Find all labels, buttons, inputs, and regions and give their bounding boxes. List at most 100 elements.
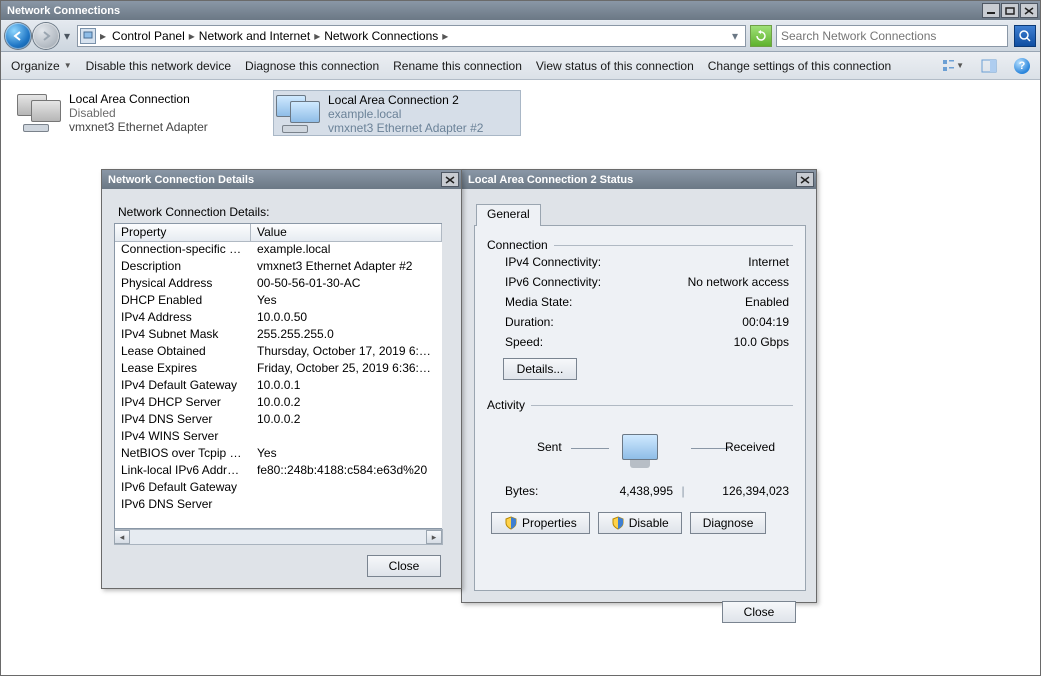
titlebar: Network Connections (1, 1, 1040, 20)
connections-pane: Local Area Connection Disabled vmxnet3 E… (1, 80, 1040, 675)
status-dialog: Local Area Connection 2 Status General C… (461, 169, 817, 603)
table-row[interactable]: DHCP EnabledYes (115, 293, 442, 310)
details-dialog-titlebar[interactable]: Network Connection Details (102, 170, 461, 189)
details-close-button[interactable]: Close (367, 555, 441, 577)
search-button[interactable] (1014, 25, 1036, 47)
received-label: Received (725, 440, 775, 454)
bytes-sent-value: 4,438,995 (581, 484, 673, 498)
table-row[interactable]: IPv4 Address10.0.0.50 (115, 310, 442, 327)
view-status-button[interactable]: View status of this connection (536, 59, 694, 73)
connection-adapter: vmxnet3 Ethernet Adapter #2 (328, 121, 483, 135)
speed-label: Speed: (505, 335, 543, 349)
connection-status: Disabled (69, 106, 208, 120)
organize-menu[interactable]: Organize▼ (11, 59, 72, 73)
forward-button[interactable] (33, 23, 59, 49)
sent-label: Sent (537, 440, 562, 454)
bytes-received-value: 126,394,023 (693, 484, 789, 498)
duration-label: Duration: (505, 315, 554, 329)
addr-dropdown-icon[interactable]: ▾ (727, 28, 743, 44)
network-adapter-icon (276, 93, 320, 133)
minimize-button[interactable] (982, 3, 1000, 18)
disable-device-button[interactable]: Disable this network device (86, 59, 231, 73)
connection-item[interactable]: Local Area Connection Disabled vmxnet3 E… (15, 90, 263, 136)
activity-diagram: Sent Received Bytes: 4,438,995 | 126,394… (487, 412, 793, 504)
ipv6-conn-label: IPv6 Connectivity: (505, 275, 601, 289)
properties-button[interactable]: Properties (491, 512, 590, 534)
table-row[interactable]: IPv4 Default Gateway10.0.0.1 (115, 378, 442, 395)
connection-item-selected[interactable]: Local Area Connection 2 example.local vm… (273, 90, 521, 136)
status-dialog-titlebar[interactable]: Local Area Connection 2 Status (462, 170, 816, 189)
tab-general[interactable]: General (476, 204, 541, 226)
preview-pane-icon[interactable] (978, 55, 1000, 77)
table-row[interactable]: IPv6 Default Gateway (115, 480, 442, 497)
shield-icon (611, 516, 625, 530)
scroll-right-icon[interactable]: ▸ (426, 530, 442, 544)
ipv4-conn-value: Internet (748, 255, 789, 269)
maximize-button[interactable] (1001, 3, 1019, 18)
table-row[interactable]: Descriptionvmxnet3 Ethernet Adapter #2 (115, 259, 442, 276)
bytes-label: Bytes: (505, 484, 581, 498)
details-dialog-title: Network Connection Details (108, 174, 441, 186)
details-subtitle: Network Connection Details: (118, 205, 449, 219)
ipv4-conn-label: IPv4 Connectivity: (505, 255, 601, 269)
diagnose-connection-button[interactable]: Diagnose this connection (245, 59, 379, 73)
table-row[interactable]: IPv4 WINS Server (115, 429, 442, 446)
network-adapter-icon (17, 92, 61, 132)
table-row[interactable]: Link-local IPv6 Addressfe80::248b:4188:c… (115, 463, 442, 480)
rename-connection-button[interactable]: Rename this connection (393, 59, 522, 73)
status-dialog-close-icon[interactable] (796, 172, 814, 187)
ipv6-conn-value: No network access (688, 275, 789, 289)
nav-bar: ▾ ▸ Control Panel ▸ Network and Internet… (1, 20, 1040, 52)
address-bar[interactable]: ▸ Control Panel ▸ Network and Internet ▸… (77, 25, 746, 47)
change-settings-button[interactable]: Change settings of this connection (708, 59, 891, 73)
media-state-label: Media State: (505, 295, 572, 309)
history-dropdown[interactable]: ▾ (61, 24, 73, 48)
close-button[interactable] (1020, 3, 1038, 18)
table-row[interactable]: IPv4 DHCP Server10.0.0.2 (115, 395, 442, 412)
connection-adapter: vmxnet3 Ethernet Adapter (69, 120, 208, 134)
table-row[interactable]: IPv4 Subnet Mask255.255.255.0 (115, 327, 442, 344)
table-row[interactable]: IPv6 DNS Server (115, 497, 442, 514)
connection-group-label: Connection (487, 238, 548, 252)
table-row[interactable]: Connection-specific DN...example.local (115, 242, 442, 259)
table-row[interactable]: NetBIOS over Tcpip En...Yes (115, 446, 442, 463)
search-input[interactable] (779, 28, 1005, 44)
breadcrumb-seg[interactable]: Control Panel (110, 28, 187, 44)
command-toolbar: Organize▼ Disable this network device Di… (1, 52, 1040, 80)
status-close-button[interactable]: Close (722, 601, 796, 623)
network-folder-icon (80, 28, 96, 44)
table-row[interactable]: Lease ObtainedThursday, October 17, 2019… (115, 344, 442, 361)
media-state-value: Enabled (745, 295, 789, 309)
connection-status: example.local (328, 107, 483, 121)
diagnose-button[interactable]: Diagnose (690, 512, 767, 534)
window-title: Network Connections (7, 5, 982, 17)
details-dialog: Network Connection Details Network Conne… (101, 169, 462, 589)
table-row[interactable]: Lease ExpiresFriday, October 25, 2019 6:… (115, 361, 442, 378)
help-icon[interactable]: ? (1014, 58, 1030, 74)
main-window: Network Connections ▾ ▸ Control Panel ▸ … (0, 0, 1041, 676)
table-row[interactable]: Physical Address00-50-56-01-30-AC (115, 276, 442, 293)
breadcrumb-seg[interactable]: Network Connections (322, 28, 440, 44)
connection-name: Local Area Connection (69, 92, 208, 106)
activity-group-label: Activity (487, 398, 525, 412)
back-button[interactable] (5, 23, 31, 49)
refresh-button[interactable] (750, 25, 772, 47)
status-tabpanel: Connection IPv4 Connectivity: Internet IP… (474, 225, 806, 591)
speed-value: 10.0 Gbps (734, 335, 789, 349)
shield-icon (504, 516, 518, 530)
col-property[interactable]: Property (115, 224, 251, 241)
connection-name: Local Area Connection 2 (328, 93, 483, 107)
scroll-left-icon[interactable]: ◂ (114, 530, 130, 544)
breadcrumb: Control Panel ▸ Network and Internet ▸ N… (110, 28, 448, 44)
view-options-icon[interactable]: ▼ (942, 55, 964, 77)
search-box[interactable] (776, 25, 1008, 47)
breadcrumb-seg[interactable]: Network and Internet (197, 28, 312, 44)
table-row[interactable]: IPv4 DNS Server10.0.0.2 (115, 412, 442, 429)
duration-value: 00:04:19 (742, 315, 789, 329)
details-dialog-close-icon[interactable] (441, 172, 459, 187)
horizontal-scrollbar[interactable]: ◂ ▸ (114, 529, 443, 545)
disable-button[interactable]: Disable (598, 512, 682, 534)
activity-computer-icon (617, 434, 663, 476)
col-value[interactable]: Value (251, 224, 442, 241)
details-button[interactable]: Details... (503, 358, 577, 380)
